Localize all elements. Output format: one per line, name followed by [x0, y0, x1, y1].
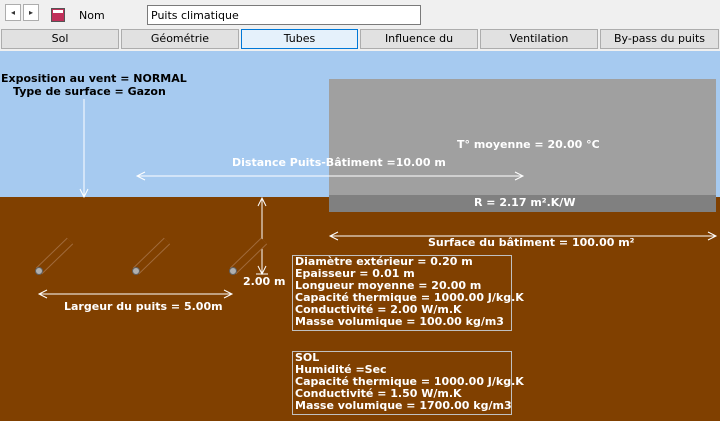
width-label: Largeur du puits = 5.00m — [64, 300, 223, 313]
exposition-label: Exposition au vent = NORMAL — [1, 72, 187, 85]
surface-type-label: Type de surface = Gazon — [13, 85, 166, 98]
resistance-label: R = 2.17 m².K/W — [474, 196, 576, 209]
toolbar: ◂ ▸ Nom — [0, 0, 720, 30]
tab-ventilation[interactable]: Ventilation — [480, 29, 598, 49]
nom-label: Nom — [79, 9, 105, 22]
nom-input[interactable] — [147, 5, 421, 25]
pipe-1 — [35, 237, 74, 275]
soil-density: Masse volumique = 1700.00 kg/m3 — [295, 399, 512, 412]
tab-tubes[interactable]: Tubes — [241, 29, 358, 49]
tab-influence-batiment[interactable]: Influence du bâtiment — [360, 29, 478, 63]
building-surface-label: Surface du bâtiment = 100.00 m² — [428, 236, 635, 249]
well-diagram: Exposition au vent = NORMAL Type de surf… — [0, 51, 720, 421]
tab-bar: Sol Géométrie Tubes Influence du bâtimen… — [0, 29, 720, 63]
next-button[interactable]: ▸ — [23, 4, 39, 21]
soil-properties-box: SOL Humidité =Sec Capacité thermique = 1… — [292, 351, 524, 415]
tab-bypass-puits[interactable]: By-pass du puits — [600, 29, 719, 49]
pipe-2 — [132, 237, 171, 275]
document-icon — [51, 8, 65, 22]
pipe-density: Masse volumique = 100.00 kg/m3 — [295, 315, 504, 328]
previous-button[interactable]: ◂ — [5, 4, 21, 21]
pipes — [35, 237, 268, 275]
distance-label: Distance Puits-Bâtiment =10.00 m — [232, 156, 446, 169]
tab-geometrie[interactable]: Géométrie — [121, 29, 239, 49]
pipe-3 — [229, 237, 268, 275]
depth-label: 2.00 m — [243, 275, 286, 288]
temperature-label: T° moyenne = 20.00 °C — [457, 138, 600, 151]
tab-sol[interactable]: Sol — [1, 29, 119, 49]
pipe-properties-box: Diamètre extérieur = 0.20 m Epaisseur = … — [292, 255, 524, 331]
